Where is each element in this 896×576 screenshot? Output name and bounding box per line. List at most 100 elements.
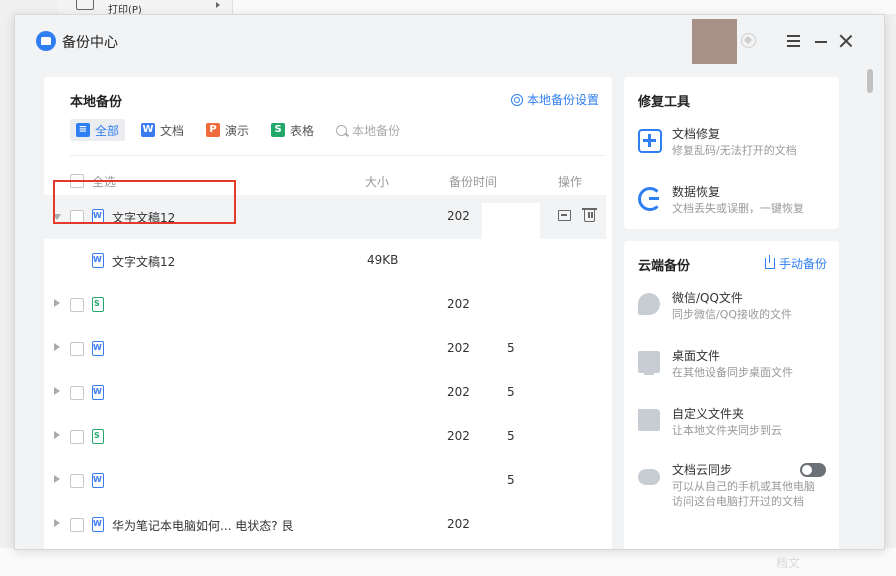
filter-tabs: ≡ 全部 W 文档 P 演示 S 表格 本地备份 — [70, 119, 400, 141]
writer-file-icon — [92, 385, 104, 400]
row-checkbox[interactable] — [70, 210, 84, 224]
desktop-files-item[interactable]: 桌面文件 在其他设备同步桌面文件 — [638, 347, 838, 387]
custom-folder-item[interactable]: 自定义文件夹 让本地文件夹同步到云 — [638, 405, 838, 445]
spreadsheet-file-icon — [92, 297, 104, 312]
collapse-icon[interactable] — [53, 214, 61, 220]
menu-icon[interactable] — [787, 35, 800, 47]
row-checkbox[interactable] — [70, 518, 84, 532]
backup-list: 文字文稿12 202 5 文字文稿12 49KB 202 — [44, 195, 612, 547]
backup-time-tail: 5 — [507, 385, 515, 399]
table-row[interactable]: 202 5 — [44, 327, 606, 371]
open-folder-icon[interactable] — [558, 210, 571, 221]
wechat-icon — [638, 293, 660, 315]
folder-icon — [638, 409, 660, 431]
local-backup-settings-link[interactable]: 本地备份设置 — [510, 91, 599, 108]
backup-time: 202 — [447, 297, 470, 311]
search-placeholder: 本地备份 — [352, 123, 401, 138]
row-checkbox[interactable] — [70, 342, 84, 356]
writer-icon: W — [141, 123, 156, 137]
backup-time: 202 — [447, 209, 470, 223]
wechat-qq-files-item[interactable]: 微信/QQ文件 同步微信/QQ接收的文件 — [638, 289, 838, 329]
select-all-checkbox[interactable] — [70, 174, 84, 188]
filter-ppt-label: 演示 — [225, 123, 250, 138]
row-checkbox[interactable] — [70, 430, 84, 444]
expand-icon[interactable] — [54, 387, 60, 395]
table-header: 全选 大小 备份时间 操作 — [44, 171, 612, 191]
column-size: 大小 — [365, 175, 390, 189]
repair-tools-panel: 修复工具 文档修复 修复乱码/无法打开的文档 数据恢复 文档丢失或误删，一键恢复 — [624, 77, 839, 229]
cloud-backup-title: 云端备份 — [638, 259, 691, 274]
list-icon: ≡ — [76, 123, 90, 137]
file-name: 文字文稿12 — [112, 211, 176, 225]
select-all-label: 全选 — [92, 175, 117, 189]
scrollbar[interactable] — [866, 67, 874, 549]
expand-icon[interactable] — [54, 475, 60, 483]
expand-icon[interactable] — [54, 519, 60, 527]
filter-xls[interactable]: S 表格 — [265, 119, 320, 141]
table-row[interactable]: 文字文稿12 49KB — [44, 239, 606, 283]
cloud-sync-toggle[interactable] — [800, 463, 826, 477]
writer-file-icon — [92, 253, 104, 268]
table-row[interactable]: 202 5 — [44, 371, 606, 415]
desktop-icon — [638, 351, 660, 375]
tool-name: 数据恢复 — [672, 185, 721, 199]
data-recovery-tool[interactable]: 数据恢复 文档丢失或误删，一键恢复 — [638, 183, 838, 223]
filter-ppt[interactable]: P 演示 — [200, 119, 255, 141]
expand-icon[interactable] — [54, 431, 60, 439]
manual-backup-button[interactable]: 手动备份 — [764, 255, 827, 272]
filter-all[interactable]: ≡ 全部 — [70, 119, 126, 141]
window-title: 备份中心 — [62, 35, 118, 51]
redaction — [482, 203, 540, 243]
expand-icon[interactable] — [54, 299, 60, 307]
item-desc-line2: 访问这台电脑打开过的文档 — [672, 495, 804, 508]
avatar[interactable] — [692, 19, 737, 64]
vip-icon[interactable] — [741, 33, 756, 48]
expand-icon[interactable] — [54, 343, 60, 351]
table-row[interactable]: 5 — [44, 459, 606, 503]
data-recovery-icon — [638, 187, 662, 211]
spreadsheet-file-icon — [92, 429, 104, 444]
printer-icon — [76, 0, 94, 10]
writer-file-icon — [92, 341, 104, 356]
row-checkbox[interactable] — [70, 386, 84, 400]
search-icon — [336, 124, 348, 136]
settings-icon — [510, 93, 523, 106]
backup-center-window: 备份中心 本地备份 本地备份设置 ≡ 全部 W 文档 P 演示 S 表格 本地备… — [14, 14, 885, 550]
cloud-backup-panel: 云端备份 手动备份 微信/QQ文件 同步微信/QQ接收的文件 桌面文件 在其他设… — [624, 241, 839, 549]
settings-link-label: 本地备份设置 — [526, 93, 599, 107]
tool-desc: 文档丢失或误删，一键恢复 — [672, 202, 804, 215]
close-icon[interactable] — [839, 34, 853, 48]
backup-time: 202 — [447, 385, 470, 399]
upload-icon — [764, 255, 775, 269]
doc-repair-tool[interactable]: 文档修复 修复乱码/无法打开的文档 — [638, 125, 838, 165]
table-row[interactable]: 202 — [44, 283, 606, 327]
file-size: 49KB — [367, 253, 399, 267]
manual-backup-label: 手动备份 — [778, 257, 827, 271]
minimize-icon[interactable] — [815, 41, 827, 43]
backup-logo-icon — [36, 31, 56, 51]
row-checkbox[interactable] — [70, 474, 84, 488]
backup-time: 202 — [447, 429, 470, 443]
redaction — [482, 535, 540, 549]
column-time: 备份时间 — [449, 175, 498, 189]
redaction — [482, 423, 540, 443]
item-name: 文档云同步 — [672, 463, 733, 477]
local-backup-title: 本地备份 — [70, 95, 123, 110]
title-bar: 备份中心 — [15, 15, 884, 67]
delete-icon[interactable] — [582, 208, 597, 222]
search-input[interactable]: 本地备份 — [336, 122, 400, 139]
doc-repair-icon — [638, 129, 662, 153]
repair-tools-title: 修复工具 — [638, 95, 691, 110]
background-print-menu: 打印(P) — [58, 0, 233, 16]
background-area — [233, 0, 896, 14]
cloud-upload-icon — [638, 469, 660, 485]
writer-file-icon — [92, 517, 104, 532]
scrollbar-thumb[interactable] — [867, 69, 873, 93]
item-name: 微信/QQ文件 — [672, 291, 743, 305]
doc-cloud-sync-item[interactable]: 文档云同步 可以从自己的手机或其他电脑 访问这台电脑打开过的文档 — [638, 461, 838, 511]
filter-xls-label: 表格 — [290, 123, 315, 138]
backup-time-tail: 5 — [507, 473, 515, 487]
filter-doc[interactable]: W 文档 — [135, 119, 190, 141]
submenu-arrow-icon — [216, 2, 220, 8]
row-checkbox[interactable] — [70, 298, 84, 312]
